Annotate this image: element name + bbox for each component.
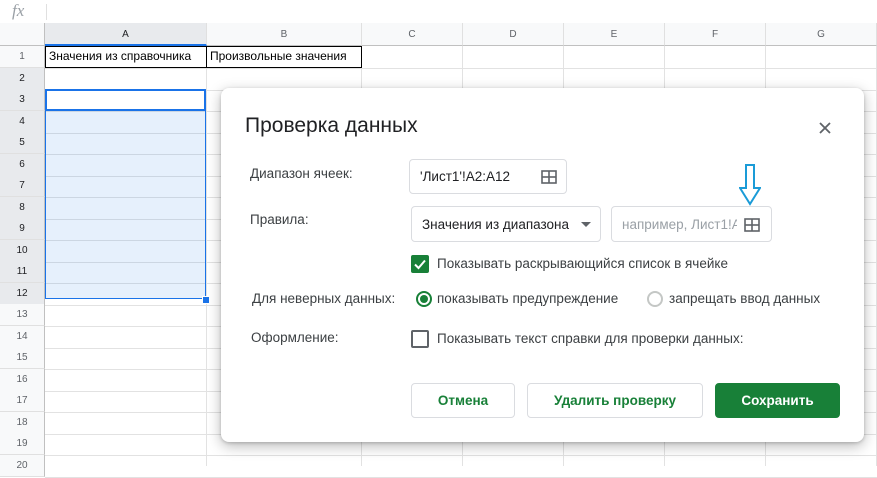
column-header-g[interactable]: G	[766, 23, 877, 46]
annotation-arrow-icon	[739, 164, 761, 206]
radio-reject-input-label[interactable]: запрещать ввод данных	[669, 291, 820, 306]
range-label: Диапазон ячеек:	[250, 166, 353, 181]
row-header-18[interactable]: 18	[0, 412, 45, 434]
criteria-select-value: Значения из диапазона	[422, 217, 570, 232]
range-input-value: 'Лист1'!A2:A12	[420, 169, 511, 184]
show-dropdown-label: Показывать раскрывающийся список в ячейк…	[437, 256, 728, 271]
remove-validation-button[interactable]: Удалить проверку	[527, 383, 703, 418]
row-header-6[interactable]: 6	[0, 154, 45, 176]
appearance-label: Оформление:	[251, 330, 339, 345]
cell-a1[interactable]: Значения из справочника	[45, 46, 207, 68]
row-header-5[interactable]: 5	[0, 132, 45, 154]
row-header-13[interactable]: 13	[0, 304, 45, 326]
select-all-corner[interactable]	[0, 23, 45, 46]
cancel-button[interactable]: Отмена	[411, 383, 515, 418]
criteria-range-input[interactable]: например, Лист1!A2:D5	[611, 206, 772, 242]
row-header-2[interactable]: 2	[0, 68, 45, 90]
row-header-1[interactable]: 1	[0, 46, 45, 68]
dialog-title: Проверка данных	[245, 114, 418, 137]
row-header-17[interactable]: 17	[0, 390, 45, 412]
row-header-16[interactable]: 16	[0, 369, 45, 391]
check-icon	[414, 259, 426, 270]
formula-separator	[46, 4, 47, 20]
column-header-e[interactable]: E	[564, 23, 665, 46]
row-header-20[interactable]: 20	[0, 455, 45, 477]
column-header-d[interactable]: D	[463, 23, 564, 46]
selected-range[interactable]	[45, 89, 206, 299]
active-cell[interactable]	[45, 89, 206, 111]
row-header-10[interactable]: 10	[0, 240, 45, 262]
data-validation-dialog: Проверка данных Диапазон ячеек: 'Лист1'!…	[221, 88, 864, 442]
formula-bar: fx	[0, 0, 877, 24]
show-dropdown-checkbox[interactable]	[411, 255, 429, 273]
criteria-select[interactable]: Значения из диапазона	[411, 206, 601, 242]
row-header-9[interactable]: 9	[0, 218, 45, 240]
row-header-3[interactable]: 3	[0, 89, 45, 111]
grid-line	[45, 455, 877, 456]
criteria-range-placeholder: например, Лист1!A2:D5	[622, 217, 737, 232]
select-range-icon[interactable]	[541, 170, 557, 184]
save-button[interactable]: Сохранить	[715, 383, 840, 418]
radio-show-warning-label[interactable]: показывать предупреждение	[437, 291, 618, 306]
select-range-icon[interactable]	[744, 218, 760, 232]
column-header-f[interactable]: F	[665, 23, 766, 46]
fill-handle[interactable]	[202, 296, 210, 304]
grid-line	[45, 68, 877, 69]
help-text-checkbox[interactable]	[411, 330, 429, 348]
criteria-label: Правила:	[250, 212, 309, 227]
close-icon[interactable]	[813, 116, 837, 140]
row-header-4[interactable]: 4	[0, 111, 45, 133]
row-header-11[interactable]: 11	[0, 261, 45, 283]
column-header-c[interactable]: C	[362, 23, 463, 46]
fx-icon: fx	[12, 1, 25, 20]
row-header-14[interactable]: 14	[0, 326, 45, 348]
radio-show-warning[interactable]	[416, 291, 432, 307]
column-header-a[interactable]: A	[45, 23, 207, 46]
row-header-12[interactable]: 12	[0, 283, 45, 305]
row-header-8[interactable]: 8	[0, 197, 45, 219]
row-header-19[interactable]: 19	[0, 433, 45, 455]
radio-reject-input[interactable]	[647, 291, 663, 307]
column-header-b[interactable]: B	[207, 23, 362, 46]
invalid-data-label: Для неверных данных:	[252, 291, 396, 306]
help-text-label: Показывать текст справки для проверки да…	[437, 331, 744, 346]
row-header-15[interactable]: 15	[0, 347, 45, 369]
grid-line	[206, 46, 207, 466]
row-header-7[interactable]: 7	[0, 175, 45, 197]
range-input[interactable]: 'Лист1'!A2:A12	[409, 159, 567, 194]
chevron-down-icon	[581, 222, 591, 227]
cell-b1[interactable]: Произвольные значения	[206, 46, 362, 68]
